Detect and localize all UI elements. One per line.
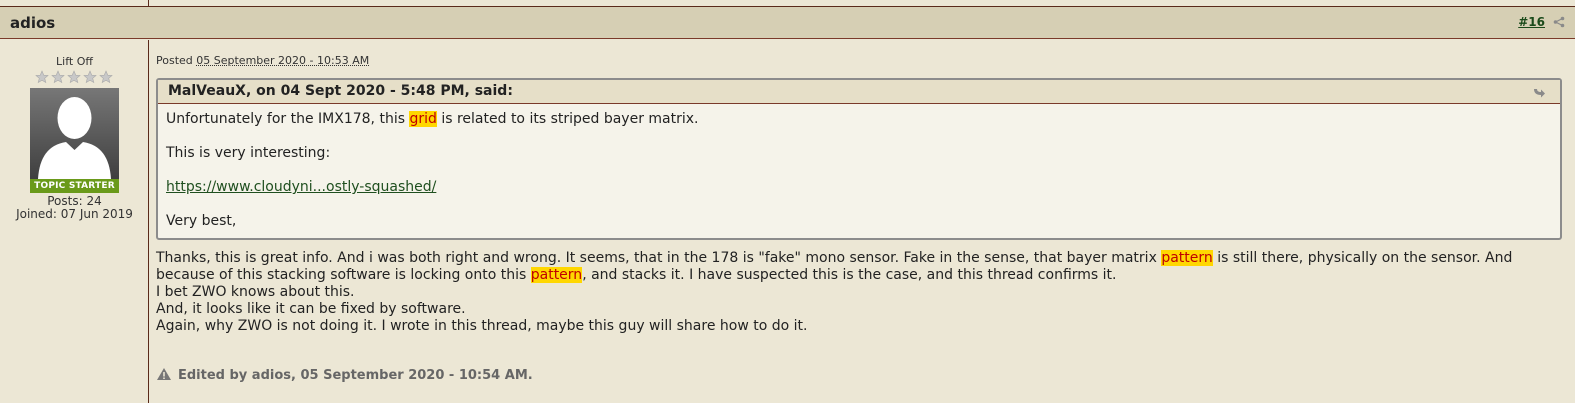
posted-prefix: Posted <box>156 54 193 67</box>
post-number-link[interactable]: #16 <box>1518 15 1545 29</box>
search-highlight: pattern <box>530 267 583 283</box>
search-highlight: grid <box>409 111 437 127</box>
warning-icon <box>157 368 171 380</box>
joined-date: Joined: 07 Jun 2019 <box>16 207 133 221</box>
body-line: I bet ZWO knows about this. <box>156 284 355 300</box>
share-icon[interactable] <box>1553 16 1565 28</box>
quote-header: MalVeauX, on 04 Sept 2020 - 5:48 PM, sai… <box>158 80 1560 104</box>
topic-starter-badge: TOPIC STARTER <box>30 179 119 193</box>
quote-text: is related to its striped bayer matrix. <box>441 111 699 127</box>
edited-text: Edited by adios, 05 September 2020 - 10:… <box>178 368 533 383</box>
post-content: Posted 05 September 2020 - 10:53 AM MalV… <box>156 40 1566 403</box>
body-line: And, it looks like it can be fixed by so… <box>156 301 466 317</box>
post-body: Thanks, this is great info. And i was bo… <box>156 250 1556 335</box>
body-text: Thanks, this is great info. And i was bo… <box>156 250 1157 266</box>
posts-count: Posts: 24 <box>47 194 102 208</box>
rating-stars-icon <box>35 70 113 84</box>
post-author-name[interactable]: adios <box>10 14 55 32</box>
quote-line: This is very interesting: <box>166 145 331 161</box>
search-highlight: pattern <box>1161 250 1213 266</box>
quote-block: MalVeauX, on 04 Sept 2020 - 5:48 PM, sai… <box>156 78 1562 240</box>
quote-citation: MalVeauX, on 04 Sept 2020 - 5:48 PM, sai… <box>168 83 513 99</box>
quote-text: Unfortunately for the IMX178, this <box>166 111 406 127</box>
member-title: Lift Off <box>56 55 93 68</box>
edited-note: Edited by adios, 05 September 2020 - 10:… <box>156 367 533 383</box>
paragraph: Thanks, this is great info. And i was bo… <box>156 250 1556 284</box>
quote-link[interactable]: https://www.cloudyni...ostly-squashed/ <box>166 179 436 195</box>
post-header: adios #16 <box>0 7 1575 39</box>
divider <box>148 0 149 7</box>
body-line: Again, why ZWO is not doing it. I wrote … <box>156 318 808 334</box>
view-post-icon[interactable] <box>1532 86 1546 98</box>
quote-line: Unfortunately for the IMX178, this grid … <box>166 111 699 127</box>
posted-date: 05 September 2020 - 10:53 AM <box>196 54 370 67</box>
posted-line: Posted 05 September 2020 - 10:53 AM <box>156 54 369 67</box>
body-text: , and stacks it. I have suspected this i… <box>582 267 1117 283</box>
top-strip <box>0 0 1575 7</box>
quote-line: Very best, <box>166 213 237 229</box>
default-avatar-icon <box>38 97 111 179</box>
author-sidebar: Lift Off TOPIC STARTER Posts: 24 Joined:… <box>0 40 149 403</box>
avatar[interactable] <box>30 88 119 179</box>
